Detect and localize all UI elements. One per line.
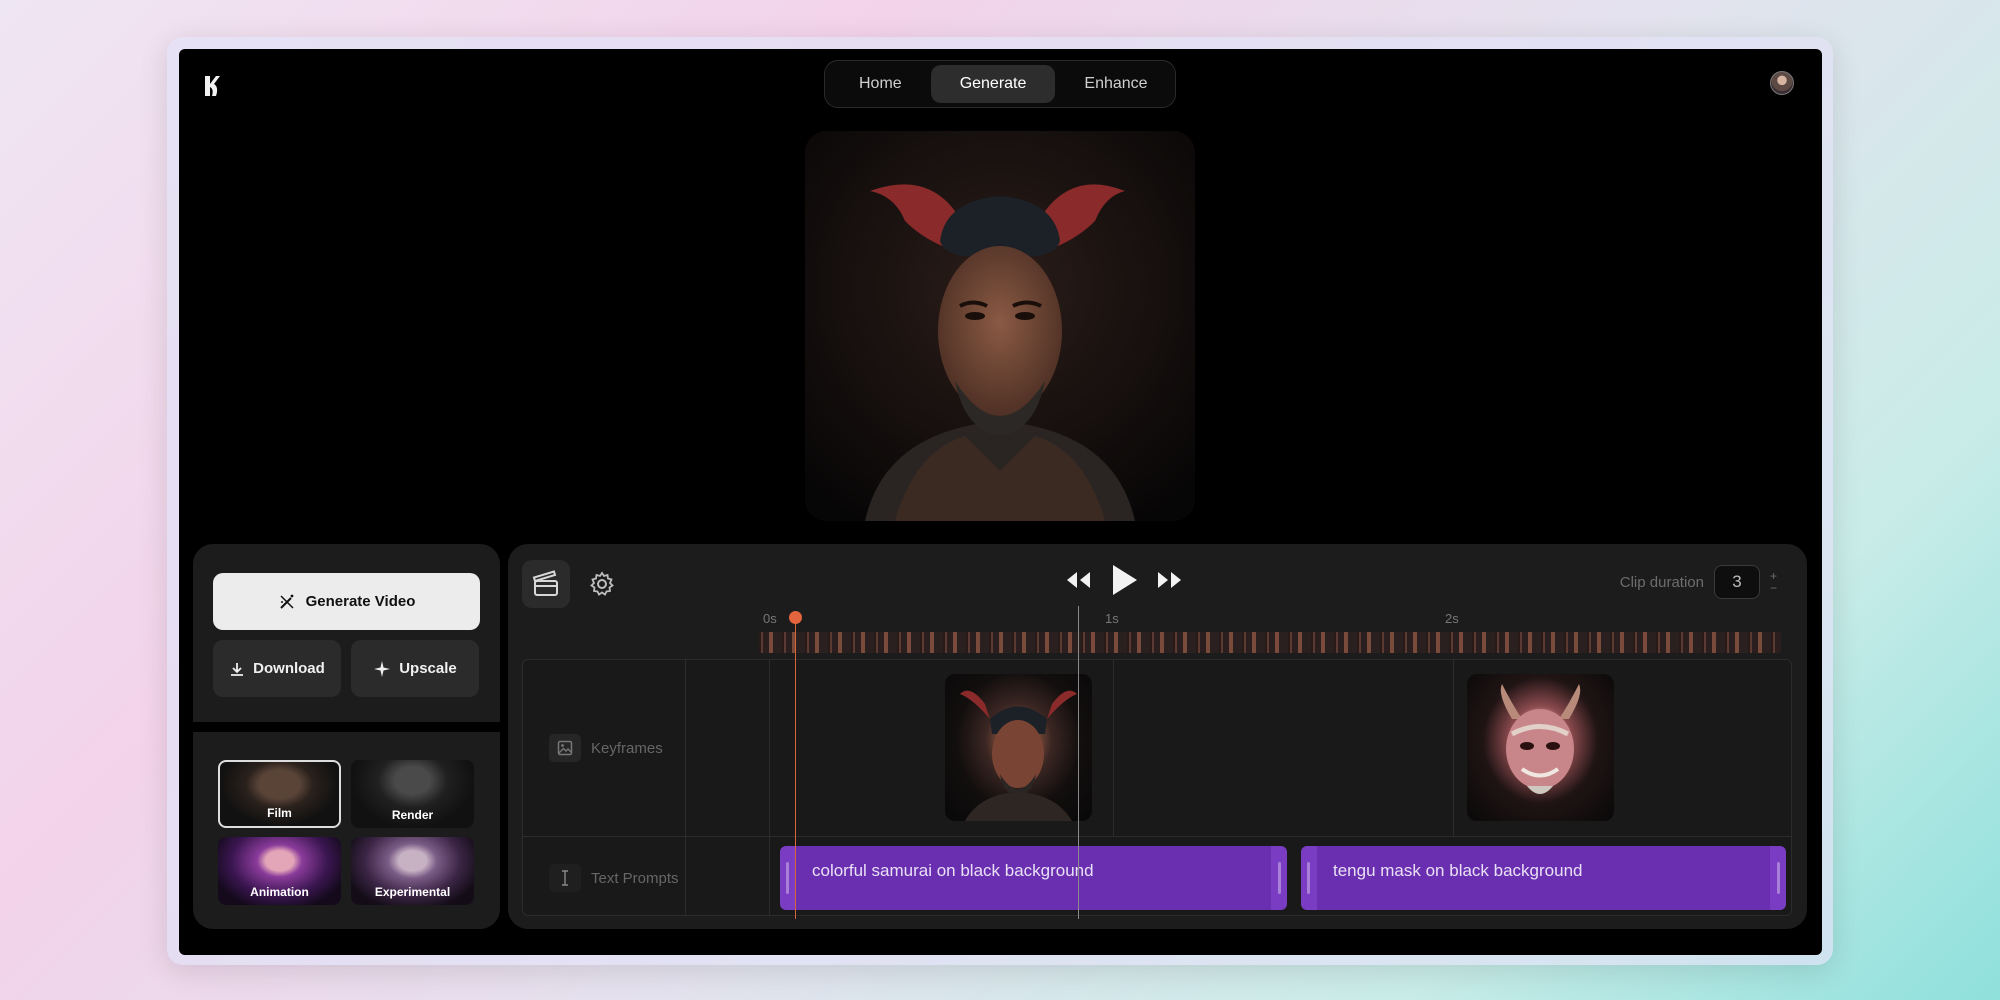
prompt-clip-2-left-handle[interactable] — [1307, 862, 1310, 894]
settings-button[interactable] — [578, 560, 626, 608]
tab-enhance[interactable]: Enhance — [1055, 65, 1176, 103]
decrement-button[interactable]: − — [1770, 582, 1777, 594]
style-render-label: Render — [391, 808, 434, 822]
style-animation[interactable]: Animation — [218, 837, 341, 905]
keyframe-samurai[interactable] — [945, 674, 1092, 821]
panel-divider — [193, 722, 500, 732]
transport-controls — [1064, 562, 1184, 598]
avatar[interactable] — [1770, 71, 1794, 95]
prompt-clip-2[interactable]: tengu mask on black background — [1301, 846, 1786, 910]
ruler-label-0s: 0s — [763, 611, 777, 626]
download-icon — [231, 662, 244, 676]
prompt-clip-1-left-handle[interactable] — [786, 862, 789, 894]
style-animation-label: Animation — [250, 885, 309, 899]
prompt-clip-2-text[interactable]: tengu mask on black background — [1333, 861, 1583, 881]
wand-icon — [279, 594, 294, 609]
generate-video-label: Generate Video — [305, 593, 416, 610]
clip-duration-label: Clip duration — [1619, 573, 1704, 591]
clip-duration-control: Clip duration 3 + − — [1620, 565, 1777, 599]
clips-tab-button[interactable] — [522, 560, 570, 608]
image-icon — [549, 734, 581, 762]
keyframes-label: Keyframes — [591, 739, 663, 757]
generate-video-button[interactable]: Generate Video — [213, 573, 480, 630]
style-film[interactable]: Film — [218, 760, 341, 828]
clapperboard-icon — [532, 570, 558, 596]
logo-icon[interactable] — [201, 73, 221, 99]
text-cursor-icon — [549, 864, 581, 892]
tab-generate[interactable]: Generate — [930, 65, 1056, 103]
keyframe-tengu-mask[interactable] — [1467, 674, 1614, 821]
playhead-line — [795, 618, 796, 919]
track-separator — [523, 836, 1791, 837]
sparkle-icon — [374, 660, 391, 677]
track-area: Keyframes Text Prompts colorful samurai … — [522, 659, 1792, 916]
style-film-label: Film — [267, 806, 292, 820]
download-label: Download — [253, 660, 325, 677]
download-button[interactable]: Download — [213, 640, 341, 697]
timeline-panel: Clip duration 3 + − 0s 1s 2s Keyframes T… — [508, 544, 1807, 929]
generation-panel: Generate Video Download Upscale Film Ren… — [193, 544, 500, 929]
style-experimental[interactable]: Experimental — [351, 837, 474, 905]
style-experimental-label: Experimental — [374, 885, 451, 899]
playhead-handle[interactable] — [789, 611, 802, 624]
keyframes-track-label: Keyframes — [549, 734, 663, 762]
prompt-clip-1[interactable]: colorful samurai on black background — [780, 846, 1287, 910]
app-window: Home Generate Enhance Generate Video Dow… — [179, 49, 1822, 955]
text-prompts-track-label: Text Prompts — [549, 864, 679, 892]
ruler-label-1s: 1s — [1105, 611, 1119, 626]
frame-thumbnail-strip[interactable] — [759, 632, 1781, 653]
ruler-label-2s: 2s — [1445, 611, 1459, 626]
prompt-clip-2-right-handle[interactable] — [1777, 862, 1780, 894]
upscale-label: Upscale — [399, 660, 457, 677]
grid-line-1s — [1113, 660, 1114, 836]
hover-cursor-line — [1078, 606, 1079, 919]
fast-forward-icon[interactable] — [1156, 569, 1184, 591]
gear-icon — [590, 571, 614, 596]
track-spacer-column — [686, 660, 770, 915]
grid-line-2s — [1453, 660, 1454, 836]
video-preview — [805, 131, 1195, 521]
play-icon[interactable] — [1108, 562, 1140, 598]
prompt-clip-1-text[interactable]: colorful samurai on black background — [812, 861, 1094, 881]
main-nav: Home Generate Enhance — [824, 60, 1176, 108]
tab-home[interactable]: Home — [830, 65, 931, 103]
text-prompts-label: Text Prompts — [591, 869, 679, 887]
clip-duration-input[interactable]: 3 — [1713, 565, 1760, 599]
prompt-clip-1-right-handle[interactable] — [1278, 862, 1281, 894]
rewind-icon[interactable] — [1064, 569, 1092, 591]
style-render[interactable]: Render — [351, 760, 474, 828]
upscale-button[interactable]: Upscale — [351, 640, 479, 697]
